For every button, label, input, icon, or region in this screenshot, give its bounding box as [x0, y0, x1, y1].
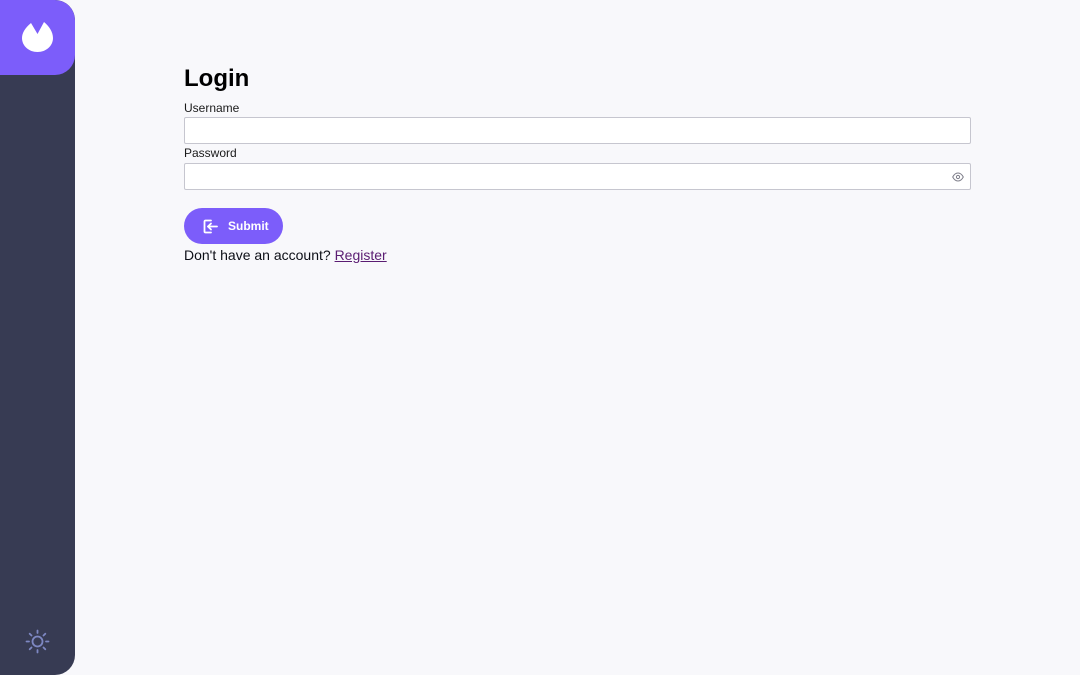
submit-button[interactable]: Submit — [184, 208, 283, 244]
app-logo-icon — [22, 22, 53, 52]
submit-label: Submit — [228, 219, 269, 233]
login-icon — [203, 219, 218, 233]
no-account-text: Don't have an account? — [184, 247, 331, 263]
username-input[interactable] — [185, 118, 945, 143]
username-label: Username — [184, 101, 240, 115]
page-title: Login — [184, 65, 250, 92]
show-password-icon[interactable] — [952, 172, 964, 182]
password-label: Password — [184, 146, 237, 160]
password-field-wrapper — [184, 163, 971, 190]
password-input[interactable] — [185, 164, 945, 189]
register-link[interactable]: Register — [335, 247, 387, 263]
theme-toggle-button[interactable] — [25, 629, 50, 654]
register-prompt: Don't have an account? Register — [184, 247, 971, 263]
app-logo[interactable] — [0, 0, 75, 75]
sidebar — [0, 0, 75, 675]
sun-icon — [25, 629, 50, 654]
login-form: Login Username Password Submit Don't hav… — [184, 64, 971, 263]
username-field-wrapper — [184, 117, 971, 144]
